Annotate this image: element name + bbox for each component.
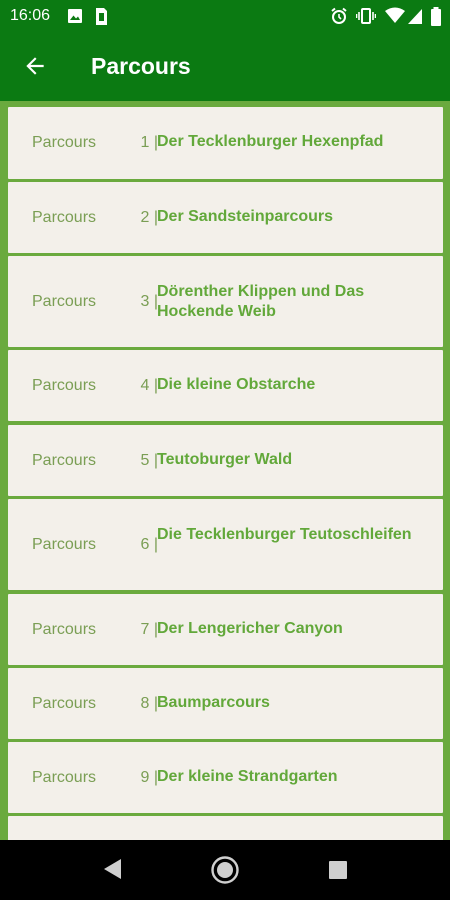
parcours-prefix: Parcours	[32, 695, 97, 712]
parcours-number: 4 |	[140, 377, 159, 394]
parcours-name: Der kleine Strandgarten	[157, 768, 338, 785]
status-time: 16:06	[10, 7, 51, 24]
system-nav-bar	[0, 840, 450, 900]
back-triangle-icon[interactable]	[101, 856, 123, 882]
recents-square-icon[interactable]	[328, 860, 348, 880]
battery-icon	[431, 7, 441, 26]
parcours-number: 3 |	[140, 293, 159, 310]
parcours-number: 5 |	[140, 452, 159, 469]
parcours-name: Der Sandsteinparcours	[157, 208, 334, 225]
parcours-name: Teutoburger Wald	[157, 451, 293, 468]
vibrate-icon	[356, 8, 376, 24]
app-bar: Parcours	[0, 33, 450, 101]
parcours-prefix: Parcours	[32, 377, 97, 394]
parcours-item-3[interactable]: Parcours 3 | Dörenther Klippen und Das H…	[8, 256, 443, 347]
parcours-name: Der Tecklenburger Hexenpfad	[157, 133, 384, 150]
parcours-number: 9 |	[140, 769, 159, 786]
parcours-name: Dörenther Klippen und Das Hockende Weib	[157, 283, 365, 320]
parcours-number: 2 |	[140, 209, 159, 226]
parcours-number: 8 |	[140, 695, 159, 712]
parcours-item-2[interactable]: Parcours 2 | Der Sandsteinparcours	[8, 182, 443, 253]
parcours-item-9[interactable]: Parcours 9 | Der kleine Strandgarten	[8, 742, 443, 813]
parcours-name: Die Tecklenburger Teutoschleifen	[157, 526, 412, 543]
parcours-list: Parcours 1 | Der Tecklenburger Hexenpfad…	[0, 101, 450, 840]
parcours-prefix: Parcours	[32, 621, 97, 638]
wifi-icon	[385, 7, 405, 23]
page-title: Parcours	[91, 53, 191, 79]
parcours-item-6[interactable]: Parcours 6 | Die Tecklenburger Teutoschl…	[8, 499, 443, 590]
home-circle-icon[interactable]	[210, 855, 240, 885]
parcours-prefix: Parcours	[32, 134, 97, 151]
parcours-item-7[interactable]: Parcours 7 | Der Lengericher Canyon	[8, 594, 443, 665]
parcours-item-5[interactable]: Parcours 5 | Teutoburger Wald	[8, 425, 443, 496]
parcours-item-1[interactable]: Parcours 1 | Der Tecklenburger Hexenpfad	[8, 107, 443, 179]
parcours-item-8[interactable]: Parcours 8 | Baumparcours	[8, 668, 443, 739]
image-icon	[68, 9, 82, 23]
parcours-name: Baumparcours	[157, 694, 270, 711]
parcours-item-4[interactable]: Parcours 4 | Die kleine Obstarche	[8, 350, 443, 421]
parcours-number: 1 |	[140, 134, 159, 151]
parcours-number: 7 |	[140, 621, 159, 638]
arrow-left-icon[interactable]	[22, 53, 48, 79]
status-bar: 16:06	[0, 0, 450, 33]
parcours-name: Der Lengericher Canyon	[157, 620, 343, 637]
parcours-prefix: Parcours	[32, 452, 97, 469]
parcours-prefix: Parcours	[32, 209, 97, 226]
parcours-prefix: Parcours	[32, 293, 97, 310]
parcours-prefix: Parcours	[32, 536, 97, 553]
alarm-icon	[331, 7, 347, 24]
signal-icon	[408, 9, 422, 24]
parcours-item-partial[interactable]	[8, 816, 443, 840]
sim-icon	[96, 8, 107, 25]
parcours-number: 6 |	[140, 536, 159, 553]
parcours-name: Die kleine Obstarche	[157, 376, 316, 393]
parcours-prefix: Parcours	[32, 769, 97, 786]
